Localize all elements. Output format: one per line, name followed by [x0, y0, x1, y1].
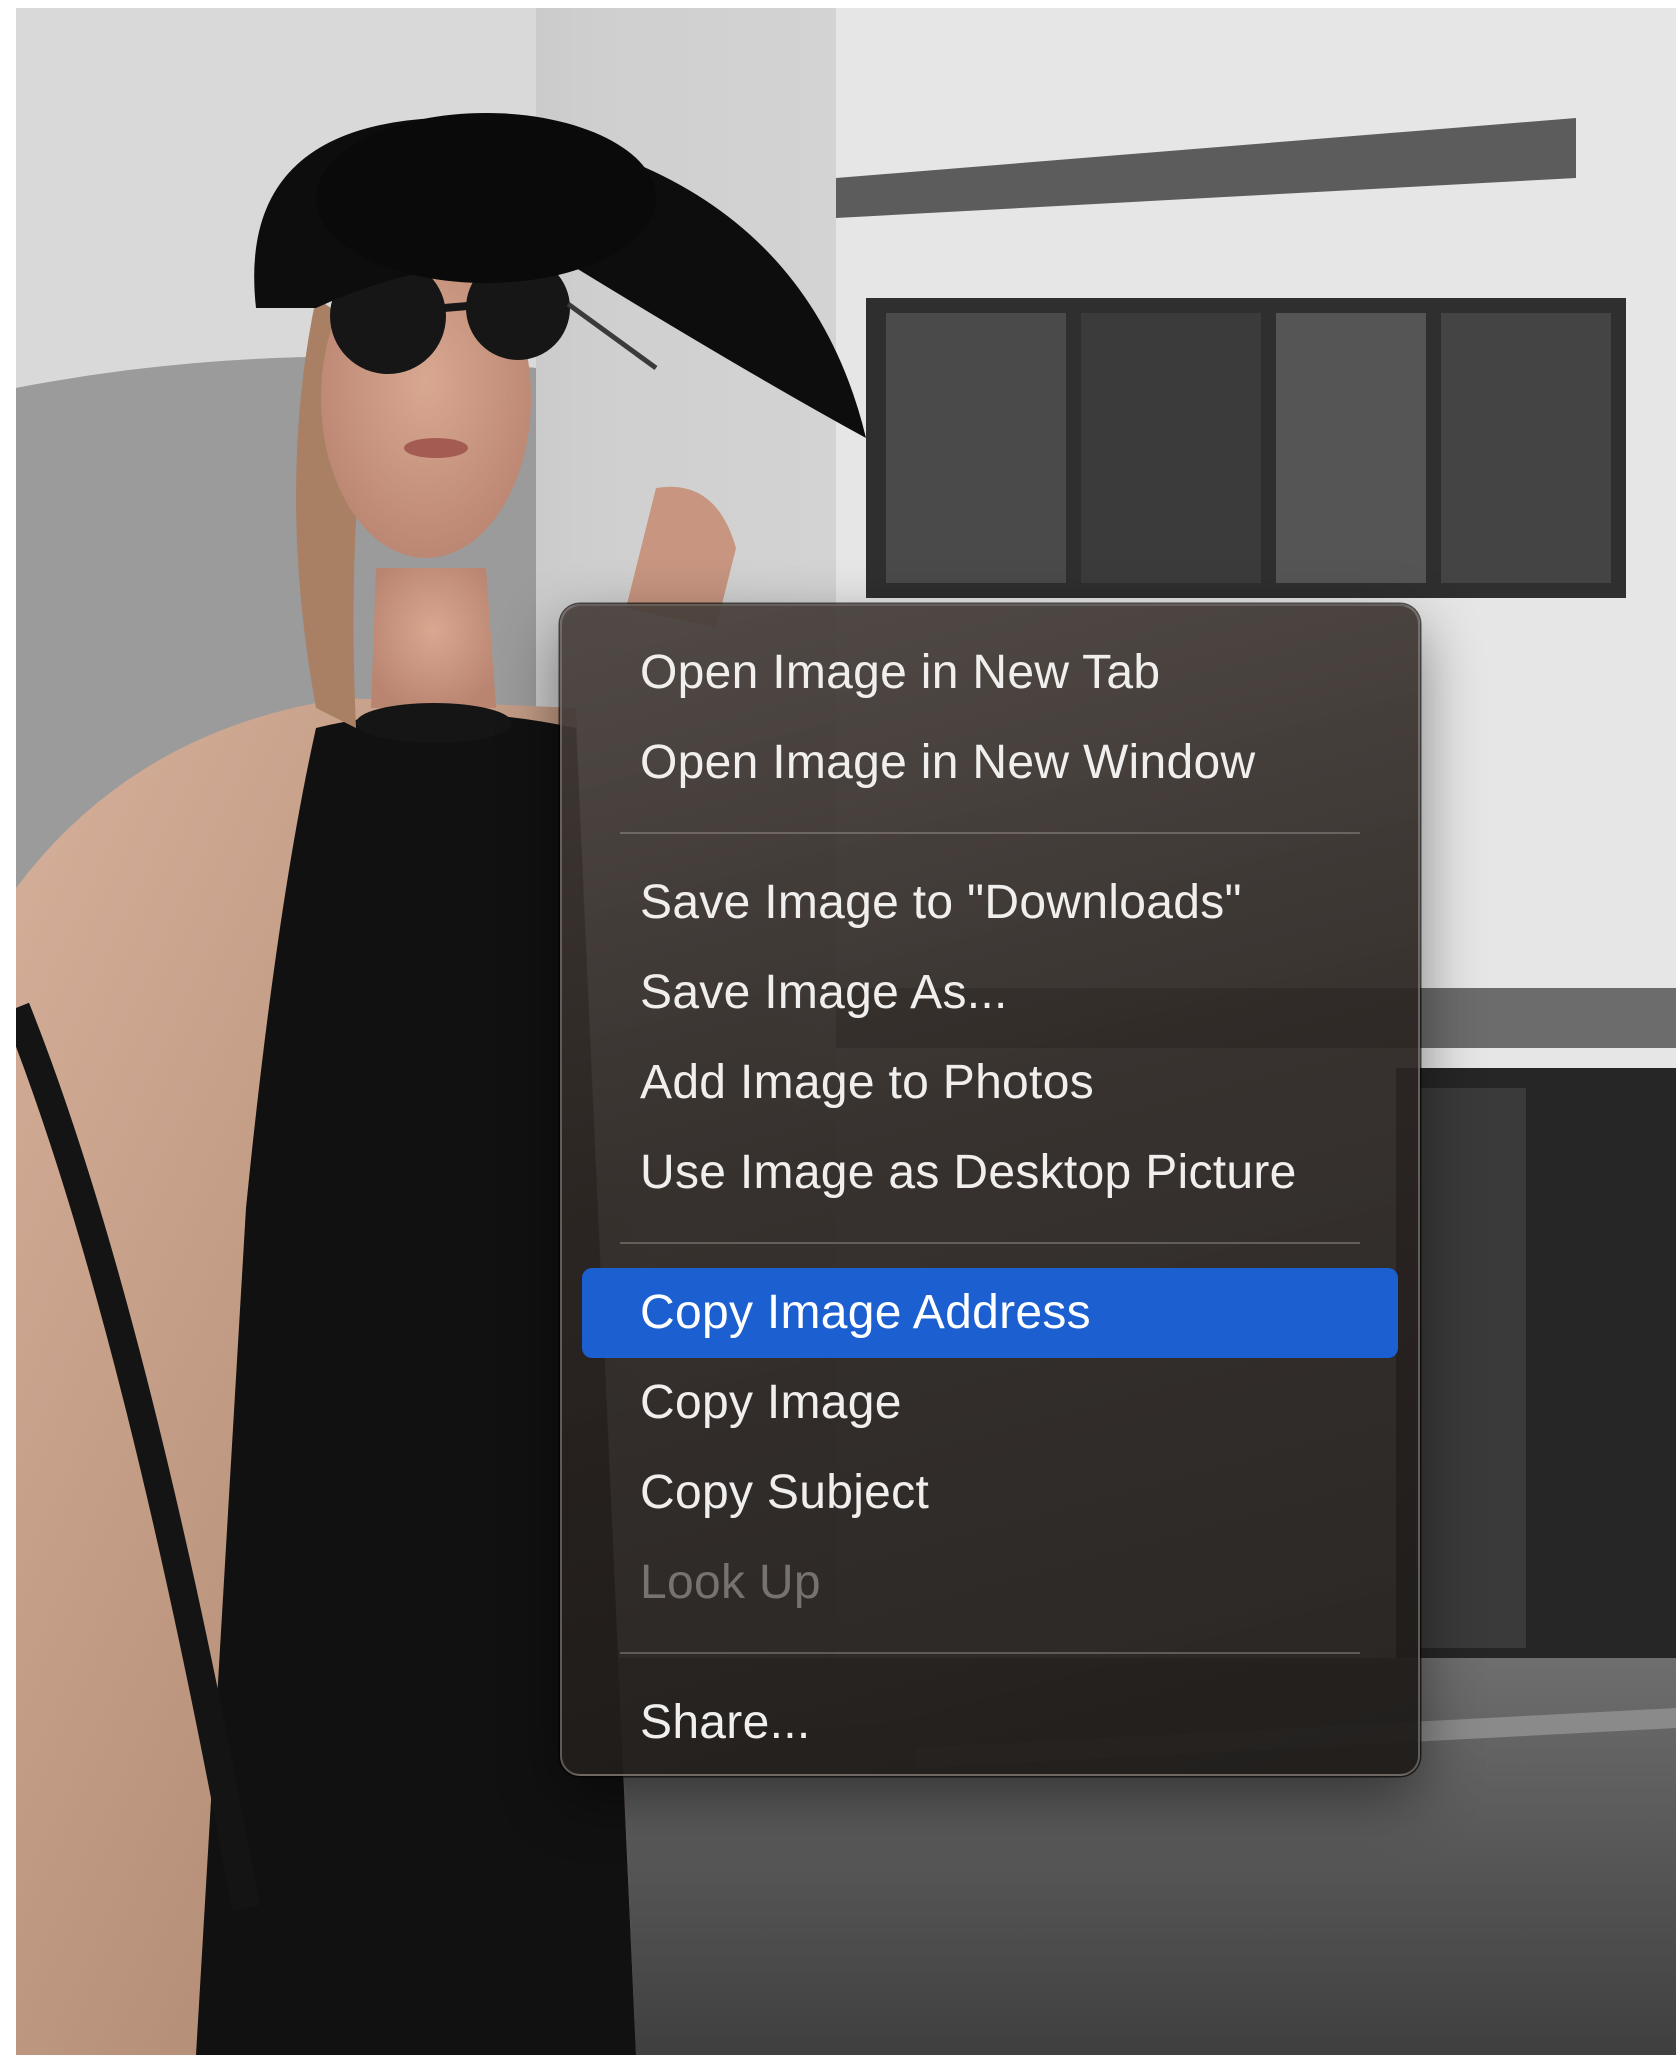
menu-item-copy-subject[interactable]: Copy Subject [582, 1448, 1398, 1538]
menu-item-open-image-in-new-tab[interactable]: Open Image in New Tab [582, 628, 1398, 718]
menu-item-copy-image[interactable]: Copy Image [582, 1358, 1398, 1448]
menu-item-use-image-as-desktop-picture[interactable]: Use Image as Desktop Picture [582, 1128, 1398, 1218]
menu-item-share[interactable]: Share... [582, 1678, 1398, 1768]
menu-separator [620, 1242, 1360, 1244]
menu-item-copy-image-address[interactable]: Copy Image Address [582, 1268, 1398, 1358]
menu-item-save-image-as[interactable]: Save Image As... [582, 948, 1398, 1038]
image-context-menu: Open Image in New Tab Open Image in New W… [560, 604, 1420, 1776]
menu-separator [620, 832, 1360, 834]
menu-item-look-up: Look Up [640, 1556, 821, 1609]
menu-item-add-image-to-photos[interactable]: Add Image to Photos [582, 1038, 1398, 1128]
menu-item-open-image-in-new-window[interactable]: Open Image in New Window [582, 718, 1398, 808]
browser-page: Open Image in New Tab Open Image in New W… [0, 0, 1676, 2055]
menu-separator [620, 1652, 1360, 1654]
menu-item-save-image-to-downloads[interactable]: Save Image to "Downloads" [582, 858, 1398, 948]
